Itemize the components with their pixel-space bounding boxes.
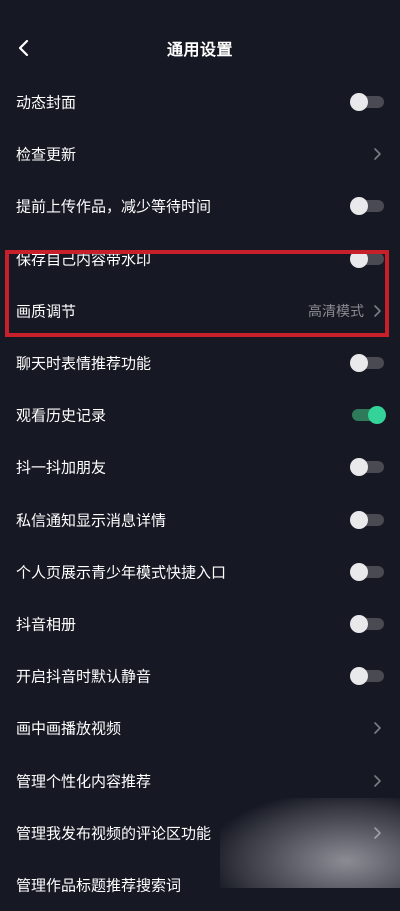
setting-label: 画中画播放视频	[16, 719, 122, 738]
setting-row-pre-upload[interactable]: 提前上传作品，减少等待时间	[0, 180, 400, 232]
message-detail-toggle[interactable]	[350, 510, 384, 529]
default-mute-toggle[interactable]	[350, 667, 384, 686]
setting-row-message-detail[interactable]: 私信通知显示消息详情	[0, 494, 400, 546]
watch-history-toggle[interactable]	[352, 406, 386, 425]
toggle-knob	[350, 93, 368, 112]
setting-row-pip[interactable]: 画中画播放视频	[0, 702, 400, 754]
toggle-knob	[368, 406, 386, 425]
setting-row-save-watermark[interactable]: 保存自己内容带水印	[0, 233, 400, 285]
toggle-knob	[350, 614, 368, 633]
setting-row-check-update[interactable]: 检查更新	[0, 128, 400, 180]
setting-label: 抖音相册	[16, 615, 77, 634]
setting-row-emoji-recommend[interactable]: 聊天时表情推荐功能	[0, 337, 400, 389]
toggle-knob	[350, 197, 368, 216]
setting-label: 画质调节	[16, 302, 77, 321]
setting-row-default-mute[interactable]: 开启抖音时默认静音	[0, 650, 400, 702]
settings-list: 动态封面 检查更新 提前上传作品，减少等待时间 保存自己内容带水印 画质调节 高…	[0, 76, 400, 911]
chevron-right-icon	[374, 148, 381, 161]
toggle-knob	[350, 249, 368, 268]
setting-label: 抖一抖加朋友	[16, 458, 107, 477]
pre-upload-toggle[interactable]	[350, 197, 384, 216]
setting-label: 私信通知显示消息详情	[16, 511, 167, 530]
setting-label: 管理个性化内容推荐	[16, 772, 152, 791]
toggle-knob	[350, 562, 368, 581]
setting-label: 聊天时表情推荐功能	[16, 354, 152, 373]
setting-label: 管理作品标题推荐搜索词	[16, 876, 182, 895]
chevron-right-icon	[374, 774, 381, 787]
toggle-knob	[350, 458, 368, 477]
setting-label: 个人页展示青少年模式快捷入口	[16, 563, 227, 582]
setting-label: 检查更新	[16, 145, 77, 164]
page-title: 通用设置	[166, 40, 233, 59]
setting-row-shake-friends[interactable]: 抖一抖加朋友	[0, 441, 400, 493]
quality-value: 高清模式	[308, 303, 364, 320]
watermark	[220, 798, 400, 888]
setting-row-album[interactable]: 抖音相册	[0, 598, 400, 650]
toggle-knob	[350, 510, 368, 529]
setting-label: 管理我发布视频的评论区功能	[16, 824, 212, 843]
setting-label: 开启抖音时默认静音	[16, 667, 152, 686]
dynamic-cover-toggle[interactable]	[350, 93, 384, 112]
setting-row-dynamic-cover[interactable]: 动态封面	[0, 76, 400, 128]
chevron-right-icon	[374, 305, 381, 317]
teen-mode-entry-toggle[interactable]	[350, 562, 384, 581]
setting-row-watch-history[interactable]: 观看历史记录	[0, 389, 400, 441]
setting-row-quality[interactable]: 画质调节 高清模式	[0, 285, 400, 337]
save-watermark-toggle[interactable]	[350, 249, 384, 268]
setting-label: 观看历史记录	[16, 406, 107, 425]
album-toggle[interactable]	[350, 614, 384, 633]
setting-label: 提前上传作品，减少等待时间	[16, 197, 212, 216]
setting-label: 保存自己内容带水印	[16, 250, 152, 269]
chevron-right-icon	[374, 722, 381, 735]
toggle-knob	[350, 354, 368, 373]
setting-label: 动态封面	[16, 93, 77, 112]
setting-row-teen-mode-entry[interactable]: 个人页展示青少年模式快捷入口	[0, 546, 400, 598]
shake-friends-toggle[interactable]	[350, 458, 384, 477]
emoji-recommend-toggle[interactable]	[350, 354, 384, 373]
toggle-knob	[350, 667, 368, 686]
